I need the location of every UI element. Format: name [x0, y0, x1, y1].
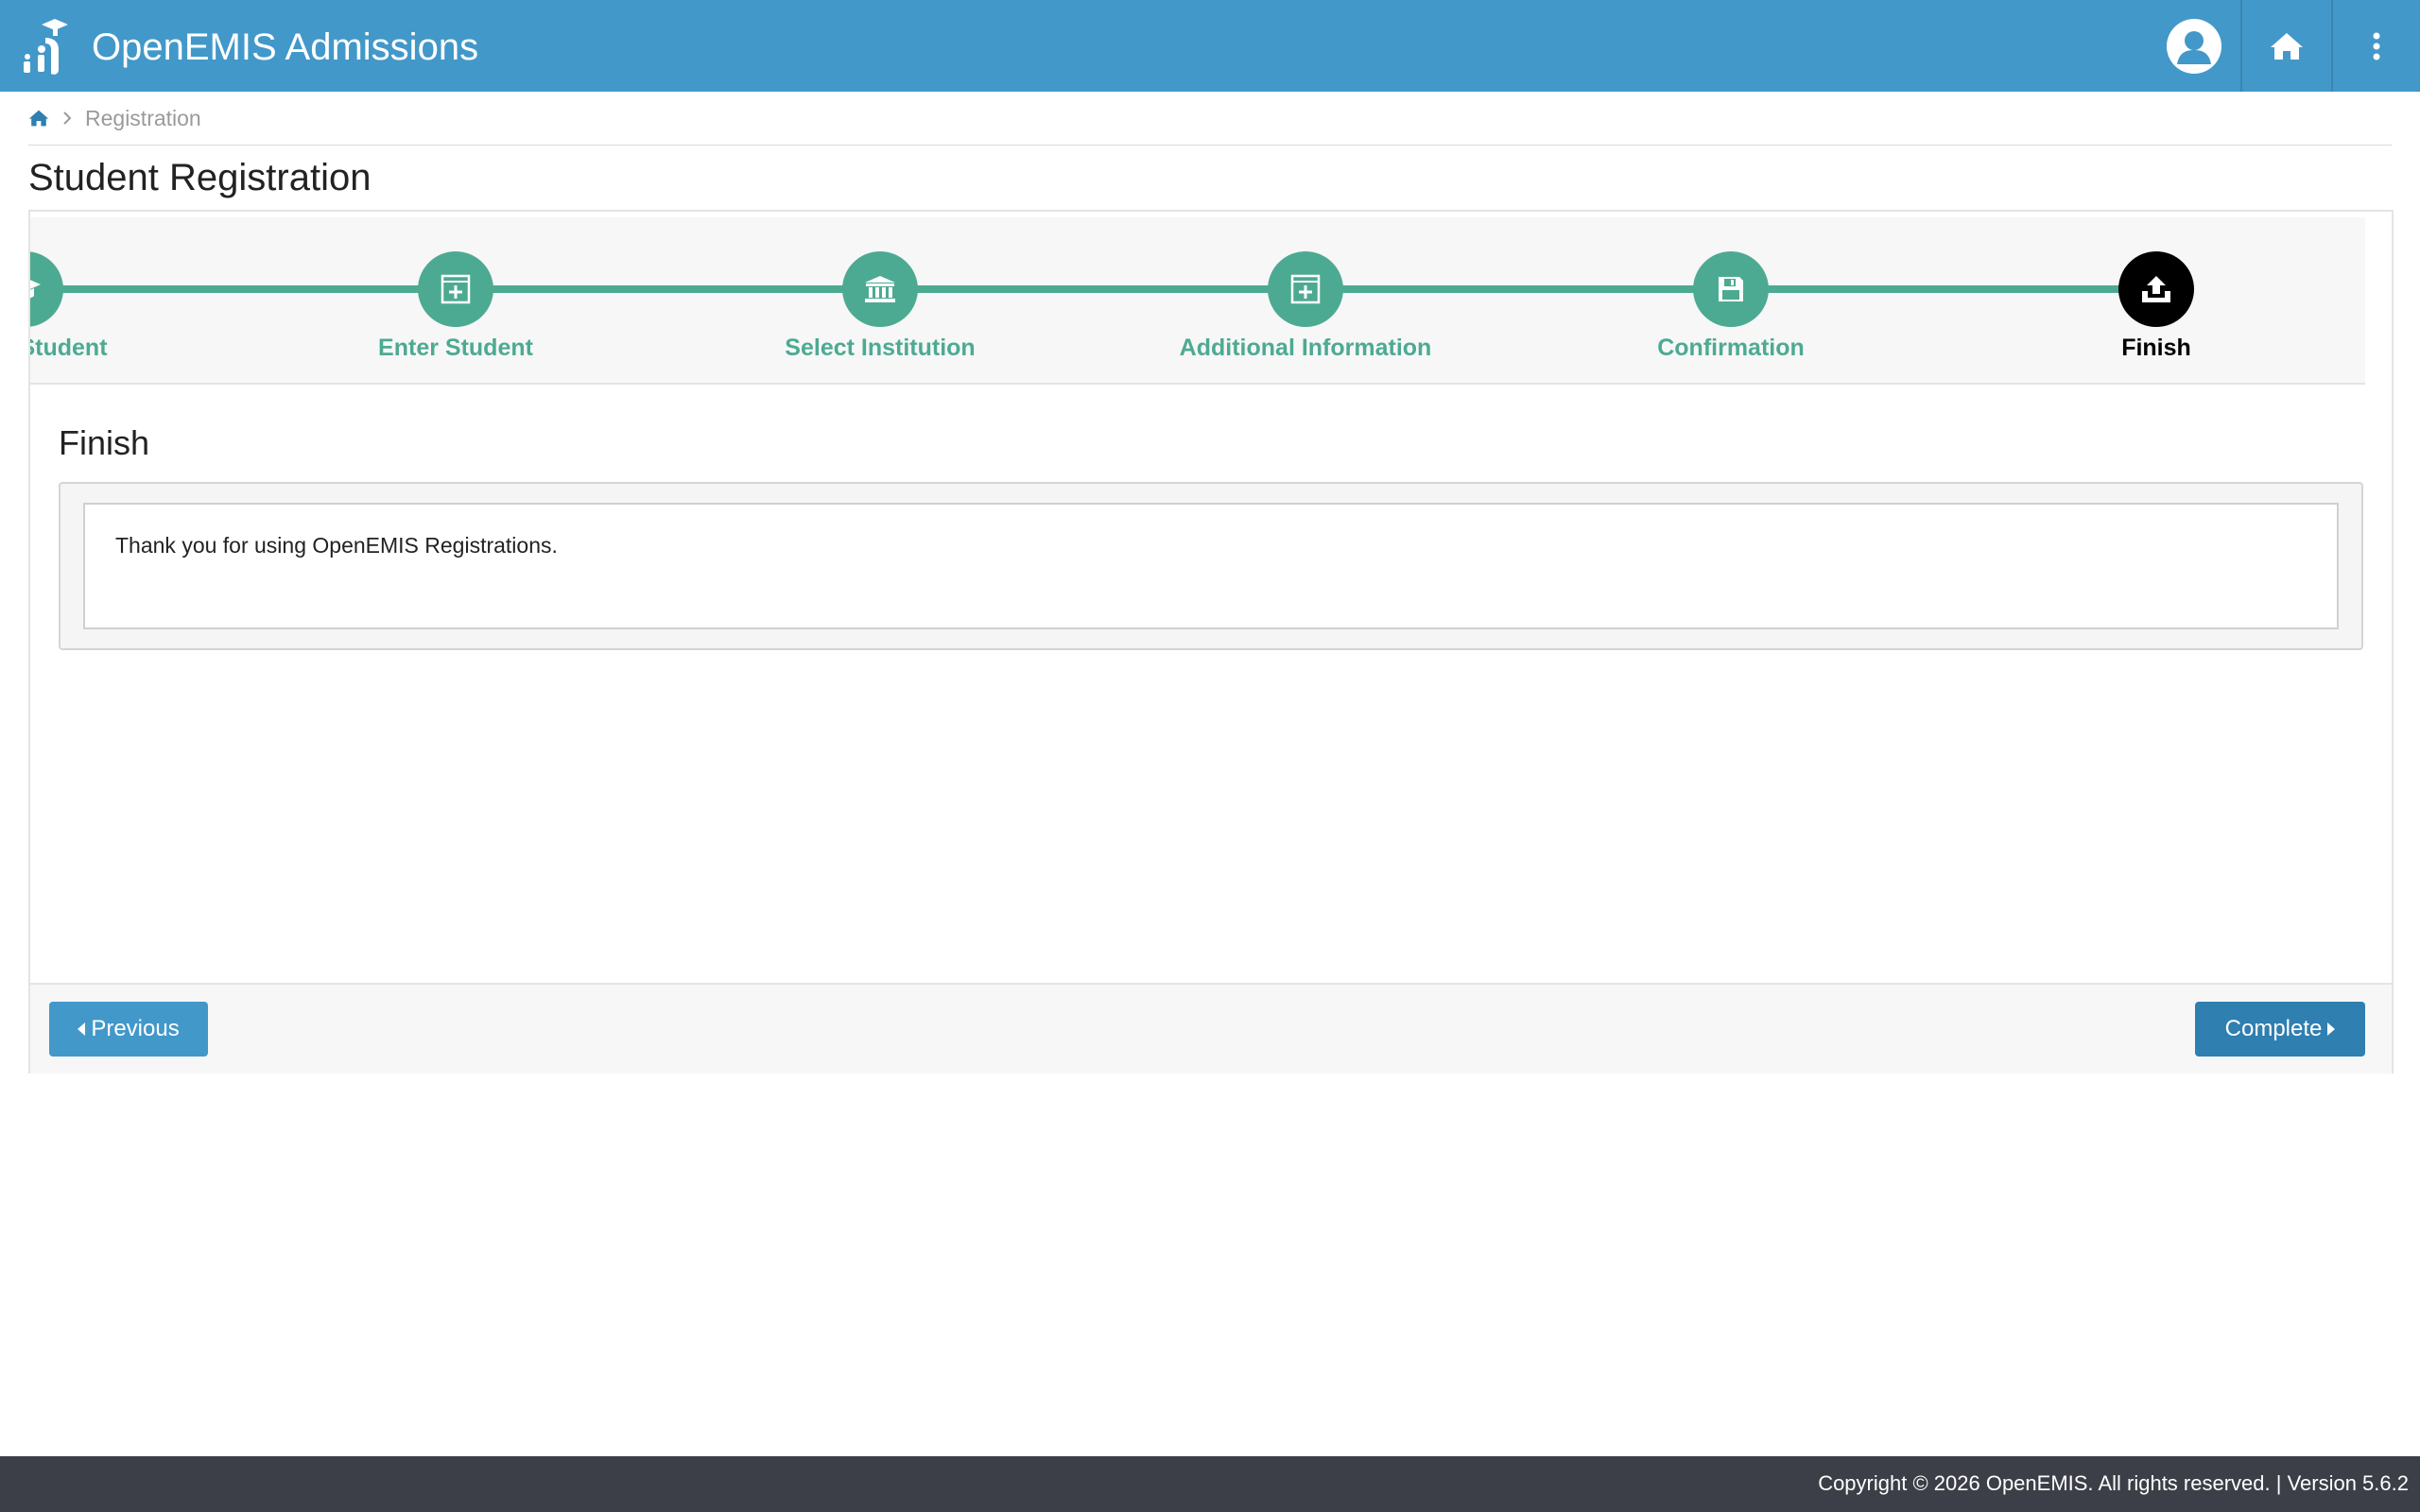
breadcrumb-divider: [28, 145, 2392, 146]
wizard-stepper: Student Enter Student Select Inst: [30, 217, 2365, 385]
home-icon: [2271, 32, 2303, 60]
breadcrumb: Registration: [28, 102, 201, 134]
wizard-step-finish[interactable]: [2118, 251, 2194, 327]
registration-panel: Student Enter Student Select Inst: [28, 210, 2394, 1074]
page-title: Student Registration: [28, 157, 372, 198]
section-title: Finish: [59, 423, 150, 462]
chevron-right-icon: [63, 112, 72, 125]
institution-icon: [865, 276, 895, 302]
wizard-step-additional-information[interactable]: [1268, 251, 1343, 327]
plus-square-icon: [1290, 274, 1321, 304]
complete-button-label: Complete: [2224, 1016, 2323, 1041]
wizard-progress-line: [30, 285, 2157, 293]
user-avatar-button[interactable]: [2163, 0, 2225, 92]
wizard-step-enter-student[interactable]: [418, 251, 493, 327]
wizard-step-select-institution[interactable]: [842, 251, 918, 327]
plus-square-icon: [441, 274, 471, 304]
home-button[interactable]: [2242, 0, 2331, 92]
app-title: OpenEMIS Admissions: [92, 26, 479, 68]
wizard-step-student[interactable]: [30, 251, 63, 327]
finish-message: Thank you for using OpenEMIS Registratio…: [115, 533, 558, 558]
wizard-step-confirmation[interactable]: [1693, 251, 1769, 327]
wizard-step-label[interactable]: Confirmation: [1657, 335, 1805, 362]
wizard-step-label[interactable]: Select Institution: [785, 335, 975, 362]
previous-button-label: Previous: [91, 1016, 180, 1041]
wizard-step-label[interactable]: Enter Student: [378, 335, 533, 362]
more-vert-icon: [2373, 32, 2380, 60]
wizard-step-label[interactable]: Student: [30, 335, 108, 362]
more-menu-button[interactable]: [2333, 0, 2420, 92]
complete-button[interactable]: Complete: [2195, 1002, 2365, 1057]
wizard-step-label[interactable]: Finish: [2121, 335, 2191, 362]
previous-button[interactable]: Previous: [49, 1002, 208, 1057]
upload-icon: [2142, 276, 2170, 302]
caret-right-icon: [2327, 1022, 2336, 1036]
breadcrumb-home-icon[interactable]: [28, 110, 49, 127]
page-footer: Copyright © 2026 OpenEMIS. All rights re…: [0, 1456, 2420, 1512]
graduation-cap-icon: [30, 280, 41, 299]
wizard-actions-bar: Previous Complete: [30, 983, 2392, 1074]
wizard-step-label[interactable]: Additional Information: [1180, 335, 1432, 362]
finish-message-box: Thank you for using OpenEMIS Registratio…: [83, 503, 2339, 629]
openemis-logo-icon[interactable]: [21, 17, 68, 76]
caret-left-icon: [78, 1022, 86, 1036]
copyright-text: Copyright © 2026 OpenEMIS. All rights re…: [1818, 1471, 2409, 1495]
user-avatar-icon: [2167, 18, 2221, 74]
top-navbar: OpenEMIS Admissions: [0, 0, 2420, 92]
breadcrumb-current: Registration: [85, 105, 201, 130]
save-icon: [1719, 277, 1743, 301]
finish-message-container: Thank you for using OpenEMIS Registratio…: [59, 482, 2363, 650]
